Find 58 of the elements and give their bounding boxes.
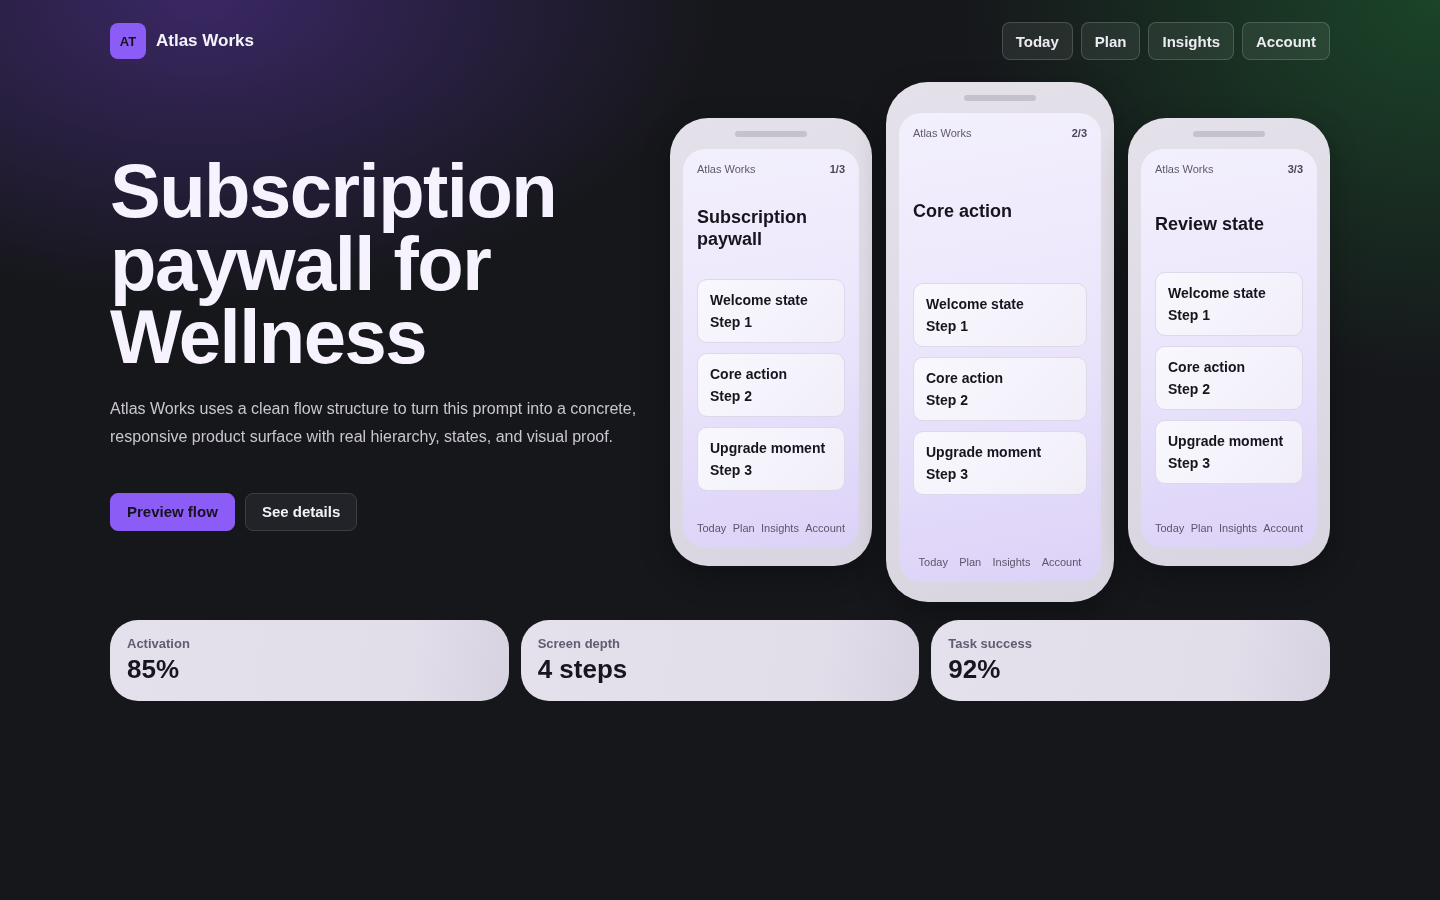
nav-button[interactable]: Today (1001, 22, 1073, 60)
app-name: Atlas Works (913, 126, 972, 140)
step-title: Upgrade moment (926, 442, 1042, 462)
brand-name: Atlas Works (156, 31, 254, 51)
stat-value: 92% (948, 653, 1001, 685)
step-label: Step 2 (1168, 380, 1210, 399)
step-label: Step 3 (926, 464, 968, 484)
step-title: Welcome state (710, 291, 808, 311)
step-counter: 2/3 (1071, 126, 1087, 140)
stat-value: 4 steps (537, 653, 628, 685)
tab-label: Plan (959, 555, 982, 569)
step-title: Core action (926, 368, 1003, 388)
tab-label: Insights (1219, 521, 1257, 535)
step-label: Step 1 (926, 316, 968, 336)
screen-title: Review state (1155, 213, 1266, 235)
app-name: Atlas Works (1155, 162, 1214, 176)
secondary-button[interactable]: See details (244, 492, 358, 531)
stat-value: 85% (127, 653, 180, 685)
speaker-bar-icon (735, 131, 807, 137)
tab-label: Insights (761, 520, 799, 535)
step-title: Welcome state (926, 294, 1024, 314)
screen-title: Core action (913, 200, 1014, 223)
tab-label: Today (697, 520, 727, 535)
tab-label: Insights (992, 555, 1031, 569)
speaker-bar-icon (964, 95, 1036, 101)
step-label: Step 3 (1168, 454, 1210, 473)
tab-label: Plan (1190, 521, 1213, 535)
stat-label: Screen depth (537, 635, 620, 653)
primary-button[interactable]: Preview flow (110, 492, 235, 531)
tab-label: Today (1155, 521, 1185, 535)
nav-button[interactable]: Plan (1080, 22, 1141, 60)
step-counter: 1/3 (829, 162, 845, 176)
nav-button[interactable]: Insights (1148, 22, 1234, 60)
tab-label: Account (805, 520, 845, 535)
tab-label: Account (1263, 521, 1303, 535)
speaker-bar-icon (1193, 131, 1265, 137)
stat-label: Activation (127, 635, 190, 653)
screen-title: Subscription paywall (697, 205, 808, 250)
hero-description: Atlas Works uses a clean flow structure to turn this prompt into a concrete, responsive product surface with real hierarchy, states, and visual proof. (110, 398, 638, 447)
step-title: Core action (710, 365, 787, 385)
step-label: Step 1 (1168, 306, 1210, 325)
tab-label: Today (918, 555, 948, 569)
step-counter: 3/3 (1287, 162, 1303, 176)
tab-label: Account (1041, 555, 1082, 569)
step-title: Upgrade moment (710, 439, 826, 459)
app-name: Atlas Works (697, 162, 756, 176)
nav-button[interactable]: Account (1242, 22, 1330, 60)
stat-label: Task success (948, 635, 1032, 653)
hero-heading: Subscription paywall for Wellness (110, 153, 558, 373)
step-title: Welcome state (1168, 284, 1266, 303)
step-title: Upgrade moment (1168, 432, 1284, 451)
step-title: Core action (1168, 358, 1245, 377)
step-label: Step 1 (710, 313, 752, 333)
step-label: Step 3 (710, 461, 752, 481)
logo-badge: AT (110, 23, 146, 59)
step-label: Step 2 (926, 390, 968, 410)
tab-label: Plan (732, 520, 755, 535)
step-label: Step 2 (710, 387, 752, 407)
